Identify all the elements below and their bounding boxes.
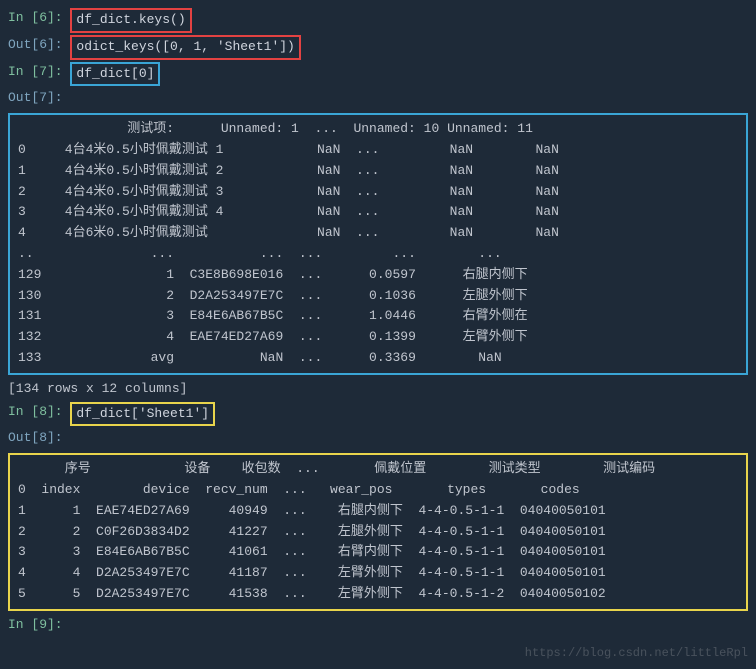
output-cell-6: Out[6]: odict_keys([0, 1, 'Sheet1']): [8, 35, 748, 60]
code-in-8-box: df_dict['Sheet1']: [70, 402, 215, 427]
code-in-8[interactable]: df_dict['Sheet1']: [76, 406, 209, 421]
prompt-in-6: In [6]:: [8, 8, 70, 29]
code-in-7[interactable]: df_dict[0]: [76, 66, 154, 81]
input-cell-8: In [8]: df_dict['Sheet1']: [8, 402, 748, 427]
input-cell-7: In [7]: df_dict[0]: [8, 62, 748, 87]
output-cell-7-label: Out[7]:: [8, 88, 748, 109]
watermark-text: https://blog.csdn.net/littleRpl: [525, 644, 748, 663]
code-in-6-box: df_dict.keys(): [70, 8, 191, 33]
code-in-6[interactable]: df_dict.keys(): [76, 12, 185, 27]
prompt-out-6: Out[6]:: [8, 35, 70, 56]
prompt-out-8: Out[8]:: [8, 428, 63, 449]
dataframe-0-output: 测试项: Unnamed: 1 ... Unnamed: 10 Unnamed:…: [8, 113, 748, 375]
prompt-in-9[interactable]: In [9]:: [8, 615, 63, 636]
prompt-in-8: In [8]:: [8, 402, 70, 423]
dataframe-0-shape: [134 rows x 12 columns]: [8, 379, 748, 400]
output-cell-8-label: Out[8]:: [8, 428, 748, 449]
input-cell-6: In [6]: df_dict.keys(): [8, 8, 748, 33]
output-6-box: odict_keys([0, 1, 'Sheet1']): [70, 35, 300, 60]
prompt-in-7: In [7]:: [8, 62, 70, 83]
output-6-text: odict_keys([0, 1, 'Sheet1']): [76, 39, 294, 54]
prompt-out-7: Out[7]:: [8, 88, 63, 109]
input-cell-9: In [9]:: [8, 615, 748, 636]
dataframe-1-output: 序号 设备 收包数 ... 佩戴位置 测试类型 测试编码 0 index dev…: [8, 453, 748, 611]
code-in-7-box: df_dict[0]: [70, 62, 160, 87]
